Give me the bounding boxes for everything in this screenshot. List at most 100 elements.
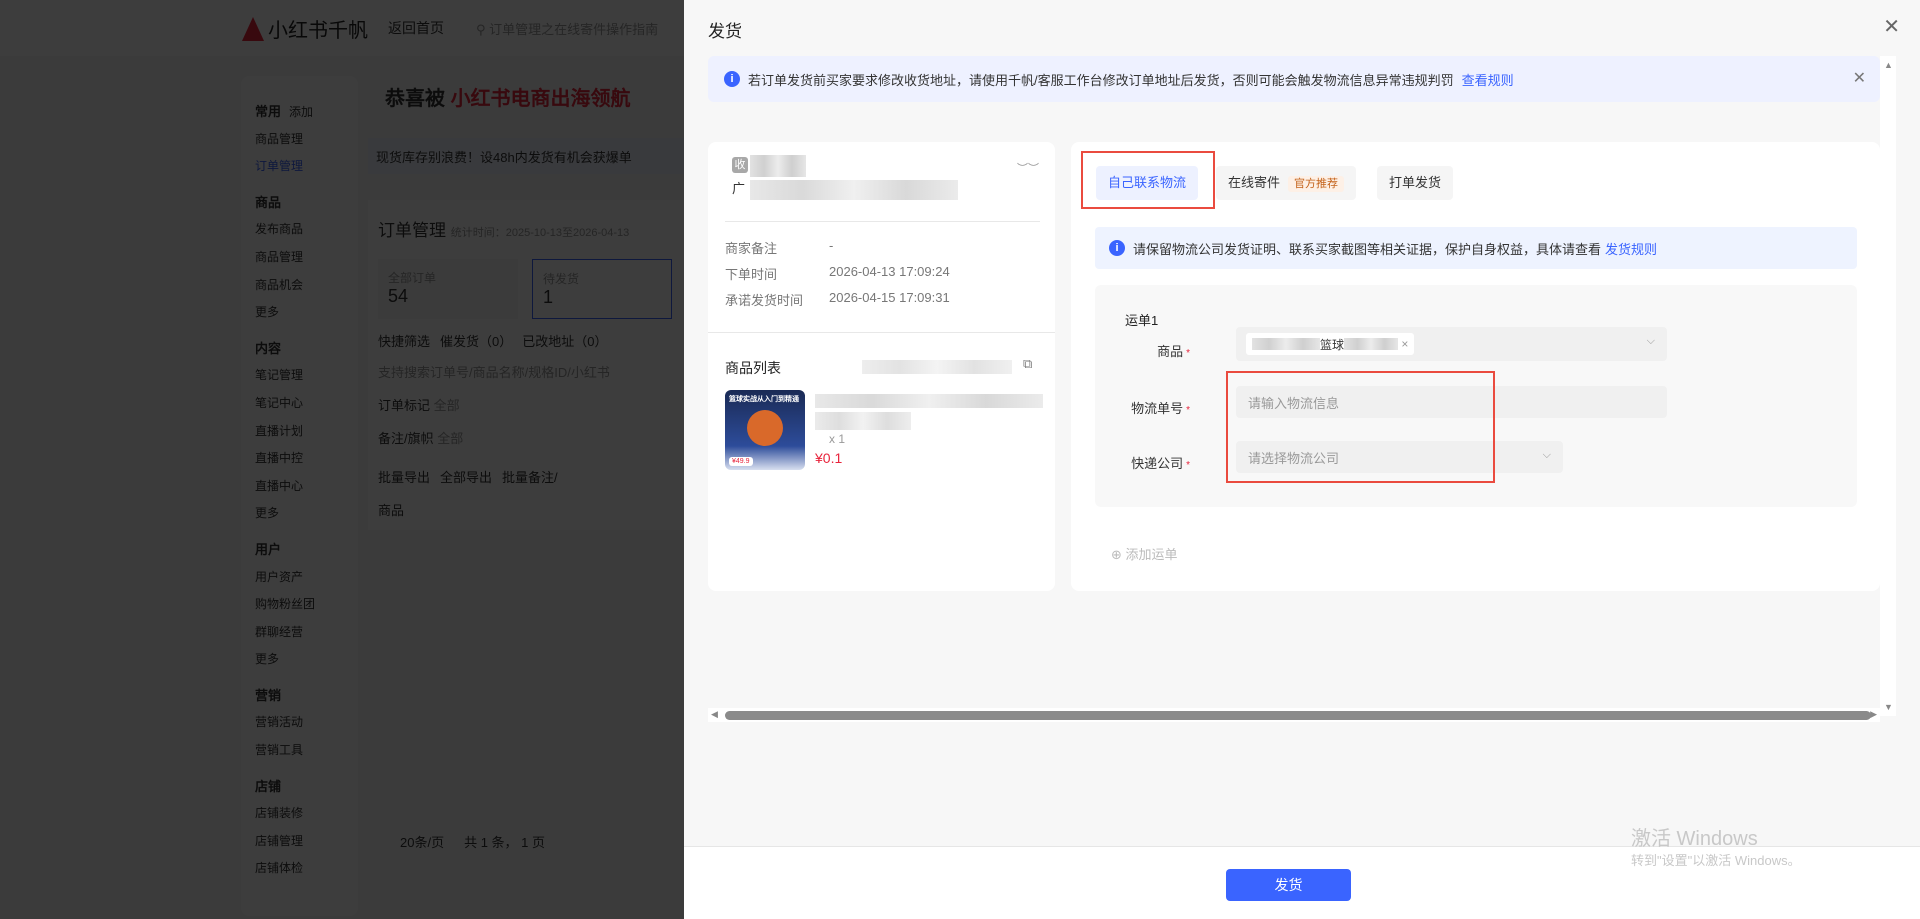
sidebar-group[interactable]: 内容	[255, 335, 344, 363]
sidebar-item[interactable]: 发布商品	[255, 216, 344, 244]
sidebar-group[interactable]: 店铺	[255, 773, 344, 801]
sidebar-item[interactable]: 店铺管理	[255, 828, 344, 856]
tab-label: 在线寄件	[1228, 175, 1281, 190]
sidebar-item[interactable]: 商品管理	[255, 244, 344, 272]
sidebar-group[interactable]: 常用 添加	[255, 98, 344, 126]
banner: 恭喜被 小红书电商出海领航	[385, 82, 631, 111]
chip-text: 篮球	[1320, 337, 1345, 352]
sidebar-label: 更多	[255, 305, 280, 320]
horizontal-scrollbar[interactable]: ◀ ▶	[708, 708, 1880, 722]
search-icon: ⚲	[476, 22, 486, 37]
view-rules-link[interactable]: 查看规则	[1462, 70, 1514, 89]
back-home-link[interactable]: 返回首页	[388, 18, 444, 38]
sidebar-item[interactable]: 订单管理	[255, 153, 344, 181]
field-value: 2026-04-15 17:09:31	[829, 290, 950, 305]
order-mark-label: 订单标记	[378, 398, 431, 413]
drawer-title: 发货	[708, 22, 742, 41]
tab-print-shipping[interactable]: 打单发货	[1377, 166, 1454, 200]
alert-close-icon[interactable]: ✕	[1853, 68, 1866, 88]
page-size-select[interactable]: 20条/页	[400, 832, 444, 851]
sidebar-label: 订单管理	[255, 159, 304, 174]
sidebar-label: 更多	[255, 506, 280, 521]
sidebar-group[interactable]: 商品	[255, 189, 344, 217]
sidebar-label: 店铺体检	[255, 861, 304, 876]
scroll-up-icon[interactable]: ▲	[1884, 60, 1893, 70]
add-waybill-button[interactable]: ⊕ 添加运单	[1111, 544, 1178, 563]
chip-remove-icon[interactable]: ×	[1401, 337, 1408, 351]
sidebar-label: 商品机会	[255, 277, 304, 292]
windows-watermark-sub: 转到"设置"以激活 Windows。	[1631, 853, 1801, 868]
sidebar-item[interactable]: 笔记管理	[255, 362, 344, 390]
sidebar-item[interactable]: 更多	[255, 500, 344, 528]
batch-export-button[interactable]: 批量导出	[378, 467, 430, 486]
scroll-right-icon[interactable]: ▶	[1870, 709, 1877, 720]
filter-urge[interactable]: 催发货（0）	[440, 331, 512, 350]
sidebar-item[interactable]: 直播计划	[255, 418, 344, 446]
batch-remark-button[interactable]: 批量备注/	[502, 467, 558, 486]
sidebar-item[interactable]: 直播中心	[255, 473, 344, 501]
export-all-button[interactable]: 全部导出	[440, 467, 492, 486]
quick-filter-label: 快捷筛选	[378, 334, 431, 349]
sidebar-group[interactable]: 营销	[255, 682, 344, 710]
ship-button[interactable]: 发货	[1226, 869, 1351, 901]
chip-blurred	[1344, 338, 1399, 350]
logo[interactable]: 小红书千帆	[242, 14, 368, 43]
close-icon[interactable]: ✕	[1883, 14, 1900, 39]
pagination-total: 共 1 条， 1 页	[464, 835, 545, 850]
top-search-input[interactable]: ⚲ 订单管理之在线寄件操作指南	[476, 19, 658, 38]
sidebar-item[interactable]: 直播中控	[255, 445, 344, 473]
sidebar-label: 商品	[255, 194, 282, 210]
eye-closed-icon[interactable]: ︶︶	[1017, 160, 1039, 176]
sidebar-item[interactable]: 店铺装修	[255, 800, 344, 828]
scrollbar-thumb[interactable]	[725, 711, 1871, 720]
order-search-input[interactable]: 支持搜索订单号/商品名称/规格ID/小红书	[378, 362, 674, 381]
shipping-rules-link[interactable]: 发货规则	[1605, 239, 1657, 258]
order-mark-value[interactable]: 全部	[434, 398, 460, 413]
stat-all[interactable]: 全部订单 54	[378, 259, 518, 319]
windows-watermark-title: 激活 Windows	[1631, 828, 1758, 850]
orders-panel: 订单管理 统计时间：2025-10-13至2026-04-13 全部订单 54 待…	[368, 200, 684, 530]
remark-value[interactable]: 全部	[437, 431, 463, 446]
sidebar-item[interactable]: 更多	[255, 299, 344, 327]
sidebar-item[interactable]: 更多	[255, 646, 344, 674]
scroll-left-icon[interactable]: ◀	[711, 709, 718, 720]
sidebar-item[interactable]: 营销活动	[255, 709, 344, 737]
scroll-down-icon[interactable]: ▼	[1884, 702, 1893, 712]
sidebar-item[interactable]: 商品管理	[255, 126, 344, 154]
stat-pending[interactable]: 待发货 1	[532, 259, 672, 319]
logo-text: 小红书千帆	[268, 20, 368, 42]
plus-circle-icon: ⊕	[1111, 547, 1122, 562]
required-mark: *	[1186, 348, 1190, 359]
filter-address-changed[interactable]: 已改地址（0）	[522, 331, 607, 350]
page-title: 订单管理	[378, 221, 446, 240]
field-label: 下单时间	[725, 267, 778, 282]
product-list-label: 商品列表	[725, 360, 781, 376]
product-price: ¥0.1	[815, 450, 843, 466]
banner-highlight[interactable]: 小红书电商出海领航	[451, 88, 631, 110]
stat-value: 1	[543, 287, 554, 307]
product-select[interactable]: 篮球 × ⌵	[1236, 327, 1667, 361]
highlight-box	[1081, 151, 1215, 209]
sidebar-group[interactable]: 用户	[255, 536, 344, 564]
tab-online-shipping[interactable]: 在线寄件 官方推荐	[1216, 166, 1357, 200]
vertical-scrollbar[interactable]: ▲ ▼	[1880, 56, 1896, 716]
sidebar-item[interactable]: 笔记中心	[255, 390, 344, 418]
sidebar-item[interactable]: 群聊经营	[255, 619, 344, 647]
sidebar-label: 直播中控	[255, 451, 304, 466]
sidebar-item[interactable]: 营销工具	[255, 737, 344, 765]
sidebar-label: 营销活动	[255, 715, 304, 730]
banner-prefix: 恭喜被	[385, 88, 445, 110]
recommended-badge: 官方推荐	[1288, 176, 1345, 192]
field-value: 2026-04-13 17:09:24	[829, 264, 950, 279]
sidebar-item[interactable]: 商品机会	[255, 272, 344, 300]
sidebar-item[interactable]: 购物粉丝团	[255, 591, 344, 619]
sidebar-label: 笔记管理	[255, 368, 304, 383]
sidebar-add-link[interactable]: 添加	[289, 105, 313, 119]
sidebar-item[interactable]: 店铺体检	[255, 855, 344, 883]
sidebar-item[interactable]: 用户资产	[255, 564, 344, 592]
receiver-tag: 收	[732, 157, 748, 173]
copy-icon[interactable]: ⧉	[1023, 356, 1032, 372]
notice-bar: 现货库存别浪费！设48h内发货有机会获爆单	[368, 138, 684, 174]
product-thumbnail: 篮球实战从入门到精通 ¥49.9	[725, 390, 805, 470]
sidebar-label: 购物粉丝团	[255, 597, 316, 612]
